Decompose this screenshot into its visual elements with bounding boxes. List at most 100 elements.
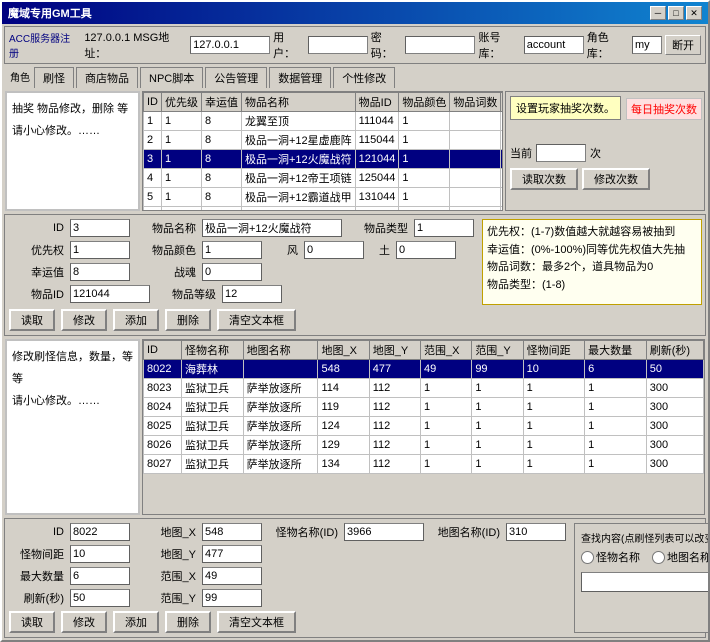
msg-label: 127.0.0.1 MSG地址：	[84, 29, 187, 61]
monster-table-scroll[interactable]: ID 怪物名称 地图名称 地图_X 地图_Y 范围_X 范围_Y 怪物间距 最大…	[143, 340, 704, 514]
tab-商店物品[interactable]: 商店物品	[76, 67, 138, 88]
maximize-button[interactable]: □	[668, 6, 684, 20]
item-add-button[interactable]: 添加	[113, 309, 159, 331]
desc2: 幸运值：(0%-100%)同等优先权值大先抽	[487, 242, 697, 260]
search-row: 查 找	[581, 571, 708, 593]
lottery-note: 每日抽奖次数	[626, 98, 702, 120]
monster-table-row[interactable]: 8025监狱卫兵萨举放逐所1241121111300	[144, 417, 704, 436]
m-mapid-field[interactable]	[506, 523, 566, 541]
main-content: ACC服务器注册 127.0.0.1 MSG地址： 用户： 密码： 账号库： 角…	[2, 24, 708, 640]
monster-add-button[interactable]: 添加	[113, 611, 159, 633]
pwd-input[interactable]	[405, 36, 475, 54]
luck-field[interactable]	[70, 263, 130, 281]
monster-table-row[interactable]: 8024监狱卫兵萨举放逐所1191121111300	[144, 398, 704, 417]
m-ry-field[interactable]	[202, 589, 262, 607]
desc4: 物品类型：(1-8)	[487, 277, 697, 295]
earth-field[interactable]	[396, 241, 456, 259]
m-y-label: 地图_Y	[136, 546, 196, 562]
item-table-row[interactable]: 218极品一洞+12星虚鹿阵1150441121000	[144, 131, 503, 150]
main-window: 魔域专用GM工具 ─ □ ✕ ACC服务器注册 127.0.0.1 MSG地址：…	[0, 0, 710, 642]
m-col-ry: 范围_Y	[472, 341, 523, 360]
monster-table-row[interactable]: 8027监狱卫兵萨举放逐所1341121111300	[144, 455, 704, 474]
minimize-button[interactable]: ─	[650, 6, 666, 20]
monster-warning-line1: 修改刷怪信息，数量，等 等	[12, 346, 133, 390]
user-input[interactable]	[308, 36, 368, 54]
tab-个性修改[interactable]: 个性修改	[333, 67, 395, 88]
monster-clear-button[interactable]: 清空文本框	[217, 611, 296, 633]
monster-buttons: 读取 修改 添加 删除 清空文本框	[9, 611, 566, 633]
monster-delete-button[interactable]: 删除	[165, 611, 211, 633]
color-field[interactable]	[202, 241, 262, 259]
item-desc-box: 优先权：(1-7)数值越大就越容易被抽到 幸运值：(0%-100%)同等优先权值…	[482, 219, 702, 305]
item-modify-button[interactable]: 修改	[61, 309, 107, 331]
tab-数据管理[interactable]: 数据管理	[269, 67, 331, 88]
item-clear-button[interactable]: 清空文本框	[217, 309, 296, 331]
m-ry-label: 范围_Y	[136, 590, 196, 606]
id-field[interactable]	[70, 219, 130, 237]
search-area: 查找内容(点刷怪列表可以改变查找位置) 怪物名称 地图名称 查 找	[574, 523, 708, 633]
tab-npc脚本[interactable]: NPC脚本	[140, 67, 203, 88]
wind-field[interactable]	[304, 241, 364, 259]
radio-monster-name[interactable]: 怪物名称	[581, 549, 640, 565]
m-name-field[interactable]	[344, 523, 424, 541]
radio-map-input[interactable]	[652, 551, 665, 564]
item-id-field[interactable]	[70, 285, 150, 303]
db-input[interactable]	[524, 36, 584, 54]
item-detail-buttons: 读取 修改 添加 删除 清空文本框	[9, 309, 701, 331]
type-label: 物品类型	[348, 220, 408, 236]
m-max-field[interactable]	[70, 567, 130, 585]
monster-table-row[interactable]: 8026监狱卫兵萨举放逐所1291121111300	[144, 436, 704, 455]
read-lottery-button[interactable]: 读取次数	[510, 168, 578, 190]
title-bar: 魔域专用GM工具 ─ □ ✕	[2, 2, 708, 24]
close-button[interactable]: ✕	[686, 6, 702, 20]
m-x-field[interactable]	[202, 523, 262, 541]
item-delete-button[interactable]: 删除	[165, 309, 211, 331]
m-col-dist: 怪物间距	[523, 341, 585, 360]
m-dist-field[interactable]	[70, 545, 130, 563]
radio-map-name[interactable]: 地图名称	[652, 549, 708, 565]
col-id: ID	[144, 93, 162, 112]
col-luck: 幸运值	[202, 93, 242, 112]
monster-table-row[interactable]: 8022海葬林548477499910650	[144, 360, 704, 379]
item-table-row[interactable]: 418极品一洞+12帝王项链1250441121000	[144, 169, 503, 188]
form-row-pri: 优先权 物品颜色 风 土	[9, 241, 474, 259]
form-row-id: ID 物品名称 物品类型	[9, 219, 474, 237]
m-id-field[interactable]	[70, 523, 130, 541]
monster-section: 修改刷怪信息，数量，等 等 请小心修改。…… ID 怪物名称 地图名称 地图_X	[4, 338, 706, 516]
item-warning-line2: 请小心修改。……	[12, 120, 133, 142]
item-table-row[interactable]: 118龙翼至顶1110441121000	[144, 112, 503, 131]
item-table-row[interactable]: 318极品一洞+12火魔战符1210441121000	[144, 150, 503, 169]
modify-lottery-button[interactable]: 修改次数	[582, 168, 650, 190]
role-input[interactable]	[632, 36, 662, 54]
item-read-button[interactable]: 读取	[9, 309, 55, 331]
tab-公告管理[interactable]: 公告管理	[205, 67, 267, 88]
m-form-row-refresh: 刷新(秒) 范围_Y	[9, 589, 566, 607]
m-refresh-label: 刷新(秒)	[9, 590, 64, 606]
radio-monster-label: 怪物名称	[596, 549, 640, 565]
item-table-row[interactable]: 618极品一洞+12菱技装1350441121000	[144, 207, 503, 212]
soul-field[interactable]	[202, 263, 262, 281]
radio-monster-input[interactable]	[581, 551, 594, 564]
level-field[interactable]	[222, 285, 282, 303]
type-field[interactable]	[414, 219, 474, 237]
pri-field[interactable]	[70, 241, 130, 259]
connect-button[interactable]: 断开	[665, 35, 701, 55]
lottery-current-input[interactable]	[536, 144, 586, 162]
monster-table-row[interactable]: 8023监狱卫兵萨举放逐所1141121111300	[144, 379, 704, 398]
item-table-scroll[interactable]: ID 优先级 幸运值 物品名称 物品ID 物品颜色 物品词数 物品等级 物品类型…	[143, 92, 502, 211]
m-col-y: 地图_Y	[369, 341, 420, 360]
item-warning-line1: 抽奖 物品修改，删除 等	[12, 98, 133, 120]
ip-input[interactable]	[190, 36, 270, 54]
col-itemid: 物品ID	[355, 93, 399, 112]
m-refresh-field[interactable]	[70, 589, 130, 607]
tab-刷怪[interactable]: 刷怪	[34, 67, 74, 88]
m-rx-field[interactable]	[202, 567, 262, 585]
m-y-field[interactable]	[202, 545, 262, 563]
monster-modify-button[interactable]: 修改	[61, 611, 107, 633]
search-input[interactable]	[581, 572, 708, 592]
name-field[interactable]	[202, 219, 342, 237]
item-table-row[interactable]: 518极品一洞+12霸道战甲1310441121000	[144, 188, 503, 207]
monster-read-button[interactable]: 读取	[9, 611, 55, 633]
level-label: 物品等级	[156, 286, 216, 302]
item-detail-form: ID 物品名称 物品类型 优先权 物品颜色 风 土	[4, 214, 706, 336]
